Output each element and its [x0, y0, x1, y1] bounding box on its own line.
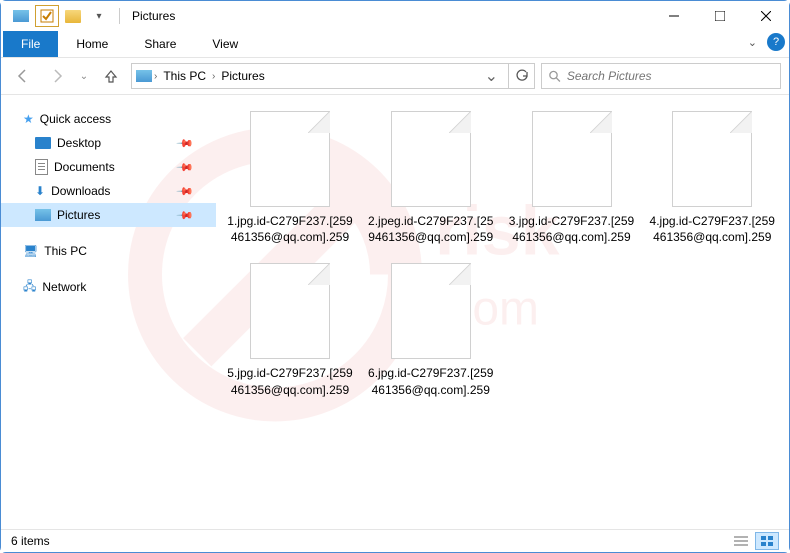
- refresh-button[interactable]: [509, 63, 535, 89]
- file-icon: [391, 111, 471, 207]
- ribbon-expand-icon[interactable]: ⌄: [742, 34, 763, 51]
- chevron-right-icon[interactable]: ›: [212, 71, 215, 82]
- nav-label: Desktop: [57, 136, 101, 150]
- address-dropdown[interactable]: ⌄: [479, 66, 504, 86]
- file-icon: [391, 263, 471, 359]
- qat-checkbox[interactable]: [35, 5, 59, 27]
- file-item[interactable]: 2.jpeg.id-C279F237.[259461356@qq.com].25…: [367, 111, 495, 245]
- recent-dropdown[interactable]: ⌄: [77, 62, 91, 90]
- qat-icon-app[interactable]: [9, 5, 33, 27]
- help-icon[interactable]: ?: [767, 33, 785, 51]
- window-title: Pictures: [128, 9, 175, 23]
- file-name: 6.jpg.id-C279F237.[259461356@qq.com].259: [367, 365, 495, 397]
- network-icon: 🖧: [23, 277, 36, 298]
- nav-pictures[interactable]: Pictures 📌: [1, 203, 216, 227]
- nav-documents[interactable]: Documents 📌: [1, 155, 216, 179]
- nav-desktop[interactable]: Desktop 📌: [1, 131, 216, 155]
- file-icon: [250, 263, 330, 359]
- pin-icon: 📌: [176, 158, 195, 177]
- nav-label: Downloads: [51, 184, 110, 198]
- minimize-button[interactable]: [651, 1, 697, 31]
- files-area[interactable]: 1.jpg.id-C279F237.[259461356@qq.com].259…: [216, 95, 789, 531]
- nav-label: Quick access: [40, 112, 111, 126]
- nav-network[interactable]: 🖧 Network: [1, 275, 216, 299]
- ribbon-tab-home[interactable]: Home: [58, 31, 126, 57]
- qat-folder-icon[interactable]: [61, 5, 85, 27]
- file-icon: [532, 111, 612, 207]
- ribbon-tab-share[interactable]: Share: [126, 31, 194, 57]
- nav-label: Pictures: [57, 208, 100, 222]
- file-item[interactable]: 6.jpg.id-C279F237.[259461356@qq.com].259: [367, 263, 495, 397]
- close-button[interactable]: [743, 1, 789, 31]
- ribbon-tab-view[interactable]: View: [194, 31, 256, 57]
- file-item[interactable]: 5.jpg.id-C279F237.[259461356@qq.com].259: [226, 263, 354, 397]
- pictures-icon: [35, 209, 51, 221]
- forward-button[interactable]: [43, 62, 71, 90]
- view-icons-button[interactable]: [755, 532, 779, 550]
- up-button[interactable]: [97, 62, 125, 90]
- file-name: 3.jpg.id-C279F237.[259461356@qq.com].259: [508, 213, 636, 245]
- file-item[interactable]: 4.jpg.id-C279F237.[259461356@qq.com].259: [648, 111, 776, 245]
- titlebar: ▾ Pictures: [1, 1, 789, 31]
- statusbar: 6 items: [1, 529, 789, 552]
- file-item[interactable]: 3.jpg.id-C279F237.[259461356@qq.com].259: [508, 111, 636, 245]
- file-icon: [672, 111, 752, 207]
- documents-icon: [35, 159, 48, 175]
- navigation-toolbar: ⌄ › This PC › Pictures ⌄: [1, 57, 789, 95]
- search-box[interactable]: [541, 63, 781, 89]
- maximize-button[interactable]: [697, 1, 743, 31]
- qat-dropdown[interactable]: ▾: [87, 5, 111, 27]
- pin-icon: 📌: [176, 134, 195, 153]
- breadcrumb-item[interactable]: This PC: [159, 69, 210, 83]
- file-name: 5.jpg.id-C279F237.[259461356@qq.com].259: [226, 365, 354, 397]
- status-count: 6 items: [11, 534, 50, 548]
- nav-this-pc[interactable]: 🖥 This PC: [1, 239, 216, 263]
- file-icon: [250, 111, 330, 207]
- desktop-icon: [35, 137, 51, 149]
- nav-label: This PC: [44, 244, 87, 258]
- downloads-icon: ⬇: [35, 184, 45, 198]
- ribbon-file-tab[interactable]: File: [3, 31, 58, 57]
- star-icon: ★: [23, 112, 34, 126]
- pin-icon: 📌: [176, 182, 195, 201]
- navigation-pane: ★ Quick access Desktop 📌 Documents 📌 ⬇ D…: [1, 95, 216, 531]
- search-input[interactable]: [567, 69, 774, 83]
- nav-label: Network: [42, 280, 86, 294]
- breadcrumb-item[interactable]: Pictures: [217, 69, 268, 83]
- nav-downloads[interactable]: ⬇ Downloads 📌: [1, 179, 216, 203]
- file-name: 2.jpeg.id-C279F237.[259461356@qq.com].25…: [367, 213, 495, 245]
- search-icon: [548, 69, 561, 83]
- view-details-button[interactable]: [729, 532, 753, 550]
- back-button[interactable]: [9, 62, 37, 90]
- address-bar[interactable]: › This PC › Pictures ⌄: [131, 63, 509, 89]
- file-name: 1.jpg.id-C279F237.[259461356@qq.com].259: [226, 213, 354, 245]
- address-folder-icon: [136, 70, 152, 82]
- file-item[interactable]: 1.jpg.id-C279F237.[259461356@qq.com].259: [226, 111, 354, 245]
- pc-icon: 🖥: [23, 244, 38, 258]
- nav-label: Documents: [54, 160, 115, 174]
- nav-quick-access[interactable]: ★ Quick access: [1, 107, 216, 131]
- chevron-right-icon[interactable]: ›: [154, 71, 157, 82]
- pin-icon: 📌: [176, 206, 195, 225]
- file-name: 4.jpg.id-C279F237.[259461356@qq.com].259: [648, 213, 776, 245]
- ribbon: File Home Share View ⌄ ?: [1, 31, 789, 57]
